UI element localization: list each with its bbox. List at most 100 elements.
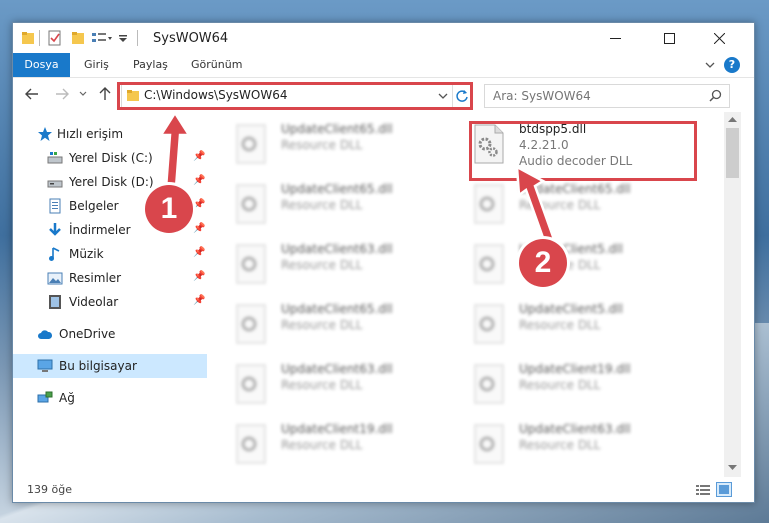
file-type: Resource DLL: [281, 318, 363, 332]
sidebar-item-label: Resimler: [69, 271, 122, 285]
network-icon: [37, 391, 53, 403]
file-item[interactable]: UpdateClient19.dll Resource DLL: [445, 356, 675, 412]
search-icon[interactable]: [709, 89, 722, 102]
sidebar-item-label: Bu bilgisayar: [59, 359, 137, 373]
maximize-icon: [663, 32, 675, 44]
file-item[interactable]: UpdateClient63.dll Resource DLL: [207, 236, 437, 292]
file-type: Resource DLL: [519, 438, 601, 452]
folder-icon: [22, 32, 34, 44]
explorer-window: SysWOW64 Dosya Giriş Paylaş Görünüm ? C:…: [12, 22, 755, 503]
file-name: UpdateClient19.dll: [519, 362, 631, 376]
sidebar-item-onedrive[interactable]: OneDrive: [13, 322, 207, 346]
sidebar-item-label: Müzik: [69, 247, 104, 261]
pin-icon: 📌: [193, 247, 206, 258]
forward-arrow-icon[interactable]: [55, 88, 69, 100]
sidebar-item-label: OneDrive: [59, 327, 116, 341]
file-name: UpdateClient65.dll: [281, 302, 393, 316]
new-folder-icon[interactable]: [71, 30, 85, 46]
file-item[interactable]: UpdateClient63.dll Resource DLL: [445, 416, 675, 472]
sidebar-item-label: İndirmeler: [69, 223, 131, 237]
sidebar-item-videos[interactable]: Videolar 📌: [13, 290, 207, 314]
dll-file-icon: [236, 184, 266, 224]
dll-file-icon: [236, 364, 266, 404]
sidebar-item-pictures[interactable]: Resimler 📌: [13, 266, 207, 290]
help-icon[interactable]: ?: [724, 57, 740, 73]
search-box[interactable]: [484, 84, 730, 108]
dll-file-icon: [236, 304, 266, 344]
close-icon: [713, 32, 725, 44]
file-item[interactable]: UpdateClient19.dll Resource DLL: [207, 416, 437, 472]
up-arrow-icon[interactable]: [99, 87, 111, 101]
file-name: UpdateClient63.dll: [281, 242, 393, 256]
file-name: UpdateClient63.dll: [519, 422, 631, 436]
search-input[interactable]: [485, 85, 695, 107]
tab-view[interactable]: Görünüm: [191, 53, 242, 77]
step-badge-1: 1: [145, 185, 193, 233]
file-item[interactable]: UpdateClient5.dll Resource DLL: [445, 296, 675, 352]
dll-file-icon: [236, 244, 266, 284]
close-button[interactable]: [696, 23, 742, 53]
sidebar-item-label: Yerel Disk (C:): [69, 151, 153, 165]
vertical-scrollbar[interactable]: [724, 112, 741, 477]
file-type: Resource DLL: [519, 318, 601, 332]
tab-home[interactable]: Giriş: [84, 53, 109, 77]
documents-icon: [49, 198, 61, 214]
sidebar-item-label: Belgeler: [69, 199, 119, 213]
step-badge-2: 2: [519, 239, 567, 287]
sidebar-item-label: Ağ: [59, 391, 75, 405]
file-item[interactable]: UpdateClient65.dll Resource DLL: [207, 176, 437, 232]
file-type: Resource DLL: [281, 258, 363, 272]
file-type: Resource DLL: [281, 138, 363, 152]
sidebar-item-label: Yerel Disk (D:): [69, 175, 154, 189]
title-separator: [137, 30, 138, 46]
dll-file-icon: [236, 424, 266, 464]
ribbon-tabs: Dosya Giriş Paylaş Görünüm ?: [13, 53, 754, 78]
file-item[interactable]: UpdateClient65.dll Resource DLL: [207, 116, 437, 172]
recent-locations-icon[interactable]: [79, 91, 87, 97]
customize-toolbar-icon[interactable]: [117, 30, 129, 46]
scroll-down-icon[interactable]: [728, 465, 737, 471]
file-name: UpdateClient5.dll: [519, 302, 623, 316]
file-name: UpdateClient19.dll: [281, 422, 393, 436]
scrollbar-thumb[interactable]: [726, 128, 739, 178]
pin-icon: 📌: [193, 223, 206, 234]
pictures-icon: [47, 272, 63, 285]
file-type: Resource DLL: [281, 378, 363, 392]
title-bar: SysWOW64: [13, 23, 754, 53]
minimize-icon: [609, 37, 621, 39]
tab-file[interactable]: Dosya: [13, 53, 70, 77]
properties-icon[interactable]: [47, 30, 63, 46]
minimize-button[interactable]: [592, 23, 638, 53]
dll-file-icon: [474, 304, 504, 344]
large-icons-view-icon[interactable]: [716, 482, 732, 497]
chevron-down-icon[interactable]: [705, 61, 715, 69]
sidebar-item-this-pc[interactable]: Bu bilgisayar: [13, 354, 207, 378]
drive-icon: [47, 152, 63, 164]
file-name: UpdateClient65.dll: [281, 182, 393, 196]
pin-icon: 📌: [193, 151, 206, 162]
maximize-button[interactable]: [646, 23, 692, 53]
details-view-icon[interactable]: [696, 484, 710, 496]
qa-separator: [39, 30, 40, 46]
dll-file-icon: [236, 124, 266, 164]
file-type: Resource DLL: [281, 438, 363, 452]
file-item[interactable]: UpdateClient63.dll Resource DLL: [207, 356, 437, 412]
sidebar-item-network[interactable]: Ağ: [13, 386, 207, 410]
dll-file-icon: [474, 424, 504, 464]
dll-file-icon: [474, 184, 504, 224]
pin-icon: 📌: [193, 199, 206, 210]
back-arrow-icon[interactable]: [25, 88, 39, 100]
pin-icon: 📌: [193, 271, 206, 282]
item-count: 139 öğe: [27, 483, 72, 496]
file-highlight-box: [469, 121, 697, 181]
tab-share[interactable]: Paylaş: [133, 53, 168, 77]
scroll-up-icon[interactable]: [728, 116, 737, 122]
view-options-icon[interactable]: [91, 30, 113, 46]
cloud-icon: [38, 330, 53, 339]
sidebar-item-label: Hızlı erişim: [57, 127, 124, 141]
sidebar-item-music[interactable]: Müzik 📌: [13, 242, 207, 266]
pin-icon: 📌: [193, 175, 206, 186]
file-type: Resource DLL: [281, 198, 363, 212]
file-item[interactable]: UpdateClient65.dll Resource DLL: [207, 296, 437, 352]
file-type: Resource DLL: [519, 378, 601, 392]
